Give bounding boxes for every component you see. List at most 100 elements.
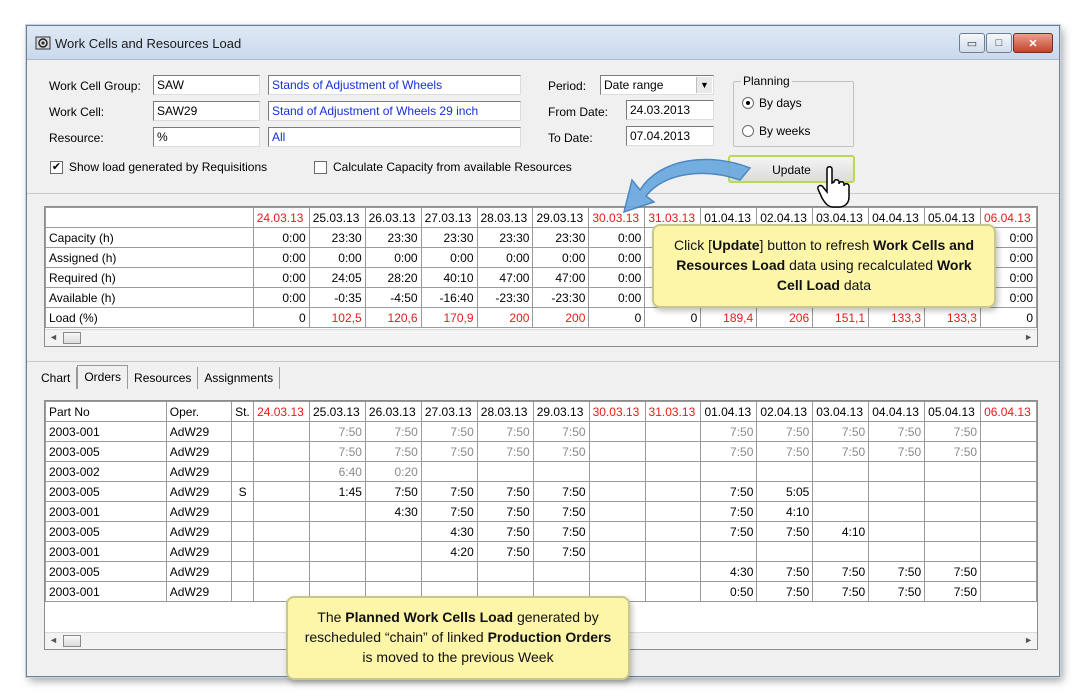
order-load-cell[interactable]: 7:50 [700,521,758,542]
orders-header-oper[interactable]: Oper. [165,401,233,422]
part-no-cell[interactable]: 2003-005 [45,561,167,582]
order-load-cell[interactable] [812,541,870,562]
close-button[interactable]: ✕ [1013,33,1053,53]
load-date-header[interactable]: 26.03.13 [364,207,422,228]
order-load-cell[interactable] [588,481,646,502]
order-load-cell[interactable]: 7:50 [700,441,758,462]
work-cell-field[interactable]: SAW29 [153,101,260,121]
order-load-cell[interactable] [588,461,646,482]
order-load-cell[interactable]: 7:50 [476,481,534,502]
order-load-cell[interactable]: 4:30 [420,521,478,542]
orders-date-header[interactable]: 27.03.13 [420,401,478,422]
load-cell[interactable]: 0 [588,307,646,328]
order-load-cell[interactable]: 7:50 [868,581,926,602]
load-cell[interactable]: -23:30 [476,287,534,308]
order-load-cell[interactable] [588,561,646,582]
order-load-cell[interactable]: 7:50 [812,581,870,602]
order-load-cell[interactable] [644,541,702,562]
scroll-right-icon[interactable]: ► [1024,332,1033,342]
tab-chart[interactable]: Chart [35,367,78,389]
orders-header-part[interactable]: Part No [45,401,167,422]
order-load-cell[interactable] [980,581,1037,602]
load-cell[interactable]: 206 [756,307,814,328]
maximize-button[interactable]: □ [986,33,1012,53]
order-load-cell[interactable] [253,561,310,582]
order-load-cell[interactable]: 7:50 [532,541,590,562]
order-load-cell[interactable] [924,461,982,482]
orders-date-header[interactable]: 02.04.13 [756,401,814,422]
order-load-cell[interactable]: 6:40 [309,461,366,482]
oper-cell[interactable]: AdW29 [165,541,233,562]
order-load-cell[interactable] [644,461,702,482]
load-cell[interactable]: -23:30 [532,287,590,308]
order-load-cell[interactable] [644,561,702,582]
order-load-cell[interactable]: 7:50 [700,481,758,502]
scroll-left-icon[interactable]: ◄ [49,332,58,342]
order-load-cell[interactable] [644,441,702,462]
order-load-cell[interactable] [532,461,590,482]
order-load-cell[interactable]: 7:50 [420,481,478,502]
oper-cell[interactable]: AdW29 [165,461,233,482]
part-no-cell[interactable]: 2003-005 [45,521,167,542]
table-row[interactable]: 2003-005 AdW29 7:50 7:50 7:50 7:50 7:50 7:50 7:5… [45,441,1037,462]
load-date-header[interactable]: 29.03.13 [532,207,590,228]
table-row[interactable]: 2003-005 AdW29 S 1:45 7:50 7:50 7:50 7:50 7:50 5:… [45,481,1037,502]
order-load-cell[interactable]: 7:50 [924,441,982,462]
order-load-cell[interactable]: 7:50 [532,441,590,462]
load-date-header[interactable]: 28.03.13 [476,207,534,228]
load-date-header[interactable]: 25.03.13 [308,207,366,228]
order-load-cell[interactable]: 7:50 [476,441,534,462]
scroll-right-icon[interactable]: ► [1024,635,1033,645]
load-cell[interactable]: -16:40 [420,287,478,308]
load-cell[interactable]: 0 [644,307,702,328]
load-cell[interactable]: 0:00 [588,227,646,248]
to-date-field[interactable]: 07.04.2013 [626,126,714,146]
order-load-cell[interactable]: 7:50 [309,421,366,442]
order-load-cell[interactable]: 4:10 [756,501,814,522]
order-load-cell[interactable]: 7:50 [924,561,982,582]
order-load-cell[interactable]: 4:30 [364,501,422,522]
order-load-cell[interactable] [644,481,702,502]
status-cell[interactable] [231,441,255,462]
load-date-header[interactable]: 24.03.13 [252,207,310,228]
orders-header-st[interactable]: St. [231,401,255,422]
order-load-cell[interactable]: 7:50 [476,421,534,442]
tab-orders[interactable]: Orders [77,365,129,389]
load-cell[interactable]: -4:50 [364,287,422,308]
order-load-cell[interactable] [588,421,646,442]
order-load-cell[interactable] [588,521,646,542]
order-load-cell[interactable]: 4:10 [812,521,870,542]
order-load-cell[interactable] [253,521,310,542]
scroll-left-icon[interactable]: ◄ [49,635,58,645]
order-load-cell[interactable]: 4:20 [420,541,478,562]
order-load-cell[interactable]: 7:50 [700,501,758,522]
order-load-cell[interactable] [700,541,758,562]
load-cell[interactable]: 133,3 [868,307,925,328]
order-load-cell[interactable]: 7:50 [812,441,870,462]
load-cell[interactable]: 0:00 [252,247,310,268]
load-cell[interactable]: 0 [979,307,1038,328]
order-load-cell[interactable]: 7:50 [756,521,814,542]
by-weeks-radio[interactable] [742,125,754,137]
order-load-cell[interactable] [644,521,702,542]
load-cell[interactable]: 23:30 [476,227,534,248]
order-load-cell[interactable]: 7:50 [476,541,534,562]
oper-cell[interactable]: AdW29 [165,441,233,462]
order-load-cell[interactable]: 7:50 [309,441,366,462]
tab-resources[interactable]: Resources [128,367,199,389]
order-load-cell[interactable]: 7:50 [532,501,590,522]
order-load-cell[interactable] [420,561,478,582]
order-load-cell[interactable] [476,561,534,582]
load-cell[interactable]: 23:30 [420,227,478,248]
load-cell[interactable]: 23:30 [364,227,422,248]
order-load-cell[interactable] [924,501,982,522]
load-cell[interactable]: 28:20 [364,267,422,288]
order-load-cell[interactable] [980,441,1037,462]
work-cell-group-field[interactable]: SAW [153,75,260,95]
work-cell-desc-field[interactable]: Stand of Adjustment of Wheels 29 inch [268,101,521,121]
load-cell[interactable]: 200 [476,307,534,328]
order-load-cell[interactable] [868,461,926,482]
order-load-cell[interactable]: 4:30 [700,561,758,582]
part-no-cell[interactable]: 2003-001 [45,501,167,522]
order-load-cell[interactable] [364,521,422,542]
